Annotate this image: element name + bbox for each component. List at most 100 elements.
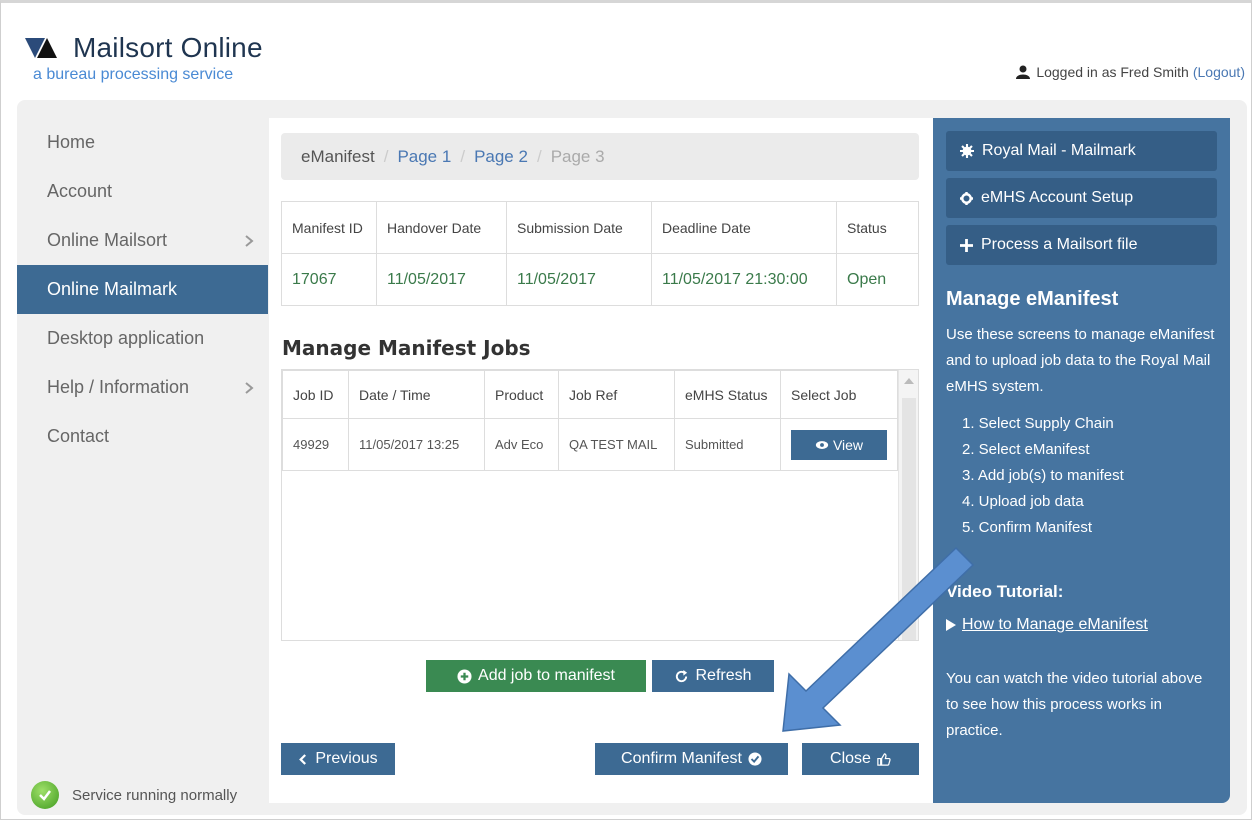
column-header: Job Ref (558, 370, 675, 419)
video-note: You can watch the video tutorial above t… (946, 670, 1203, 739)
service-status-text: Service running normally (72, 786, 238, 804)
thumbs-up-icon (877, 752, 891, 766)
job-ref-cell: QA TEST MAIL (558, 418, 675, 471)
scrollbar-thumb[interactable] (902, 398, 916, 640)
jobs-heading: Manage Manifest Jobs (282, 336, 531, 360)
checkmark-icon (31, 781, 59, 809)
manifest-table: Manifest ID Handover Date Submission Dat… (281, 201, 919, 306)
sidebar-item-label: Online Mailmark (47, 279, 178, 299)
sidebar-item-label: Desktop application (47, 328, 205, 348)
previous-button[interactable]: Previous (281, 743, 395, 775)
add-job-label: Add job to manifest (478, 667, 615, 684)
list-item: 2. Select eManifest (962, 441, 1090, 458)
column-header: Submission Date (506, 201, 652, 254)
royal-mail-mailmark-button[interactable]: Royal Mail - Mailmark (946, 131, 1217, 171)
logo-triangles-icon (25, 38, 57, 58)
video-tutorial-heading: Video Tutorial: (946, 582, 1064, 601)
sidebar-item-label: Help / Information (47, 377, 190, 397)
job-id-cell: 49929 (282, 418, 349, 471)
add-job-button[interactable]: Add job to manifest (426, 660, 646, 692)
sidebar-item-desktop-application[interactable]: Desktop application (17, 314, 268, 363)
help-panel: Royal Mail - Mailmark eMHS Account Setup… (933, 118, 1230, 803)
column-header: Job ID (282, 370, 349, 419)
chevron-right-icon (245, 381, 254, 394)
emhs-account-setup-button[interactable]: eMHS Account Setup (946, 178, 1217, 218)
column-header: eMHS Status (674, 370, 781, 419)
view-button[interactable]: View (791, 429, 887, 460)
user-icon (1016, 65, 1031, 79)
jobs-table: Job ID Date / Time Product Job Ref eMHS … (282, 370, 898, 471)
sidebar-item-online-mailsort[interactable]: Online Mailsort (17, 216, 268, 265)
chevron-left-icon (299, 753, 307, 765)
scroll-up-icon[interactable] (904, 378, 914, 384)
eye-icon (815, 440, 829, 449)
emhs-status-cell: Submitted (674, 418, 781, 471)
column-header: Date / Time (348, 370, 485, 419)
view-button-label: View (832, 436, 864, 453)
status-cell: Open (836, 253, 919, 306)
chevron-right-icon (245, 234, 254, 247)
process-mailsort-button[interactable]: Process a Mailsort file (946, 225, 1217, 265)
list-item: 3. Add job(s) to manifest (962, 467, 1124, 484)
video-tutorial-link[interactable]: How to Manage eManifest (946, 616, 1148, 634)
sidebar-item-label: Home (47, 132, 96, 152)
steps-list: 1. Select Supply Chain 2. Select eManife… (962, 411, 1124, 541)
refresh-icon (676, 669, 688, 682)
refresh-label: Refresh (695, 667, 752, 684)
process-mailsort-label: Process a Mailsort file (981, 236, 1138, 253)
app-logo[interactable]: Mailsort Online (25, 33, 263, 63)
sidebar-item-help[interactable]: Help / Information (17, 363, 268, 412)
emhs-account-setup-label: eMHS Account Setup (981, 189, 1134, 206)
sidebar-item-home[interactable]: Home (17, 118, 268, 167)
play-icon (946, 619, 956, 631)
sidebar-item-label: Contact (47, 426, 110, 446)
breadcrumb-separator: / (536, 146, 542, 166)
table-header-row: Job ID Date / Time Product Job Ref eMHS … (282, 370, 898, 419)
app-title: Mailsort Online (73, 32, 263, 63)
list-item: 4. Upload job data (962, 493, 1084, 510)
sidebar-item-account[interactable]: Account (17, 167, 268, 216)
sidebar-item-online-mailmark[interactable]: Online Mailmark (17, 265, 268, 314)
column-header: Manifest ID (281, 201, 377, 254)
cog-icon (960, 191, 973, 205)
confirm-manifest-button[interactable]: Confirm Manifest (595, 743, 788, 775)
service-status: Service running normally (31, 781, 237, 809)
login-status: Logged in as Fred Smith (Logout) (1016, 64, 1245, 80)
column-header: Product (484, 370, 559, 419)
sidebar-item-label: Online Mailsort (47, 230, 168, 250)
refresh-button[interactable]: Refresh (652, 660, 774, 692)
list-item: 1. Select Supply Chain (962, 415, 1114, 432)
breadcrumb-separator: / (460, 146, 466, 166)
column-header: Handover Date (376, 201, 507, 254)
confirm-manifest-label: Confirm Manifest (621, 750, 742, 767)
handover-date-cell: 11/05/2017 (376, 253, 507, 306)
previous-label: Previous (315, 750, 378, 767)
manifest-id-cell: 17067 (281, 253, 377, 306)
panel-heading: Manage eManifest (946, 288, 1119, 310)
close-button[interactable]: Close (802, 743, 919, 775)
breadcrumb-page-3: Page 3 (550, 146, 605, 166)
submission-date-cell: 11/05/2017 (506, 253, 652, 306)
column-header: Select Job (780, 370, 898, 419)
sidebar-nav: Home Account Online Mailsort Online Mail… (17, 118, 268, 461)
product-cell: Adv Eco (484, 418, 559, 471)
sidebar-item-contact[interactable]: Contact (17, 412, 268, 461)
check-circle-icon (748, 752, 762, 766)
date-time-cell: 11/05/2017 13:25 (348, 418, 485, 471)
breadcrumb-page-2[interactable]: Page 2 (474, 147, 528, 167)
main-content: eManifest / Page 1 / Page 2 / Page 3 Man… (269, 118, 933, 803)
close-label: Close (830, 750, 871, 767)
plus-icon (960, 238, 973, 252)
breadcrumb: eManifest / Page 1 / Page 2 / Page 3 (281, 133, 919, 180)
jobs-scrollbar[interactable] (898, 370, 918, 640)
table-row: 49929 11/05/2017 13:25 Adv Eco QA TEST M… (282, 418, 898, 471)
table-header-row: Manifest ID Handover Date Submission Dat… (281, 201, 919, 254)
select-job-cell: View (780, 418, 898, 471)
breadcrumb-separator: / (383, 146, 389, 166)
breadcrumb-emanifest[interactable]: eManifest (301, 147, 375, 167)
video-link-label: How to Manage eManifest (962, 616, 1148, 633)
logout-link[interactable]: (Logout) (1193, 64, 1245, 80)
breadcrumb-page-1[interactable]: Page 1 (397, 147, 451, 167)
column-header: Status (836, 201, 919, 254)
royal-mail-mailmark-label: Royal Mail - Mailmark (982, 142, 1136, 159)
